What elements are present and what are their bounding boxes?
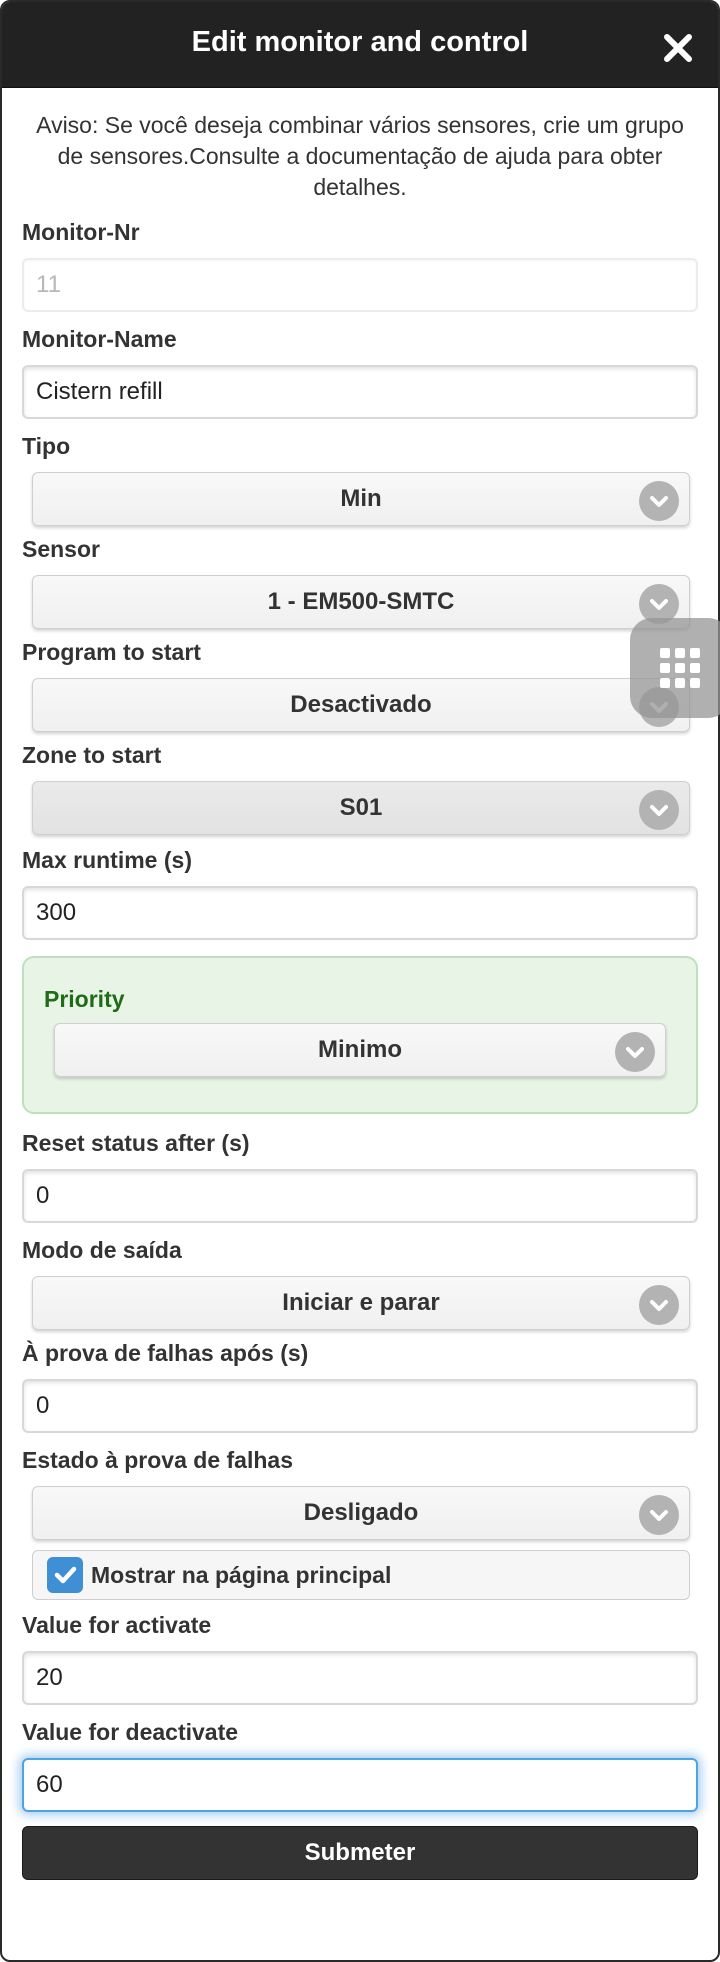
value-activate-label: Value for activate	[22, 1612, 212, 1638]
chevron-down-icon	[639, 481, 679, 521]
notice-text: Aviso: Se você deseja combinar vários se…	[36, 112, 684, 200]
max-runtime-input[interactable]: 300	[22, 886, 698, 940]
sensor-value: 1 - EM500-SMTC	[267, 588, 455, 615]
zone-label: Zone to start	[22, 742, 162, 768]
dialog-title: Edit monitor and control	[191, 26, 529, 58]
chevron-down-icon	[639, 1285, 679, 1325]
value-deactivate-label: Value for deactivate	[22, 1719, 239, 1745]
show-main-checkbox-row[interactable]: Mostrar na página principal	[32, 1550, 690, 1600]
failsafe-state-value: Desligado	[303, 1499, 419, 1526]
floating-menu-button[interactable]	[630, 618, 720, 718]
failsafe-state-label: Estado à prova de falhas	[22, 1447, 293, 1473]
dialog-content: Aviso: Se você deseja combinar vários se…	[2, 88, 718, 1880]
reset-status-label: Reset status after (s)	[22, 1130, 250, 1156]
monitor-nr-input: 11	[22, 258, 698, 312]
value-deactivate-input[interactable]: 60	[22, 1758, 698, 1812]
failsafe-state-select[interactable]: Desligado	[32, 1486, 690, 1540]
dialog-header: Edit monitor and control	[2, 2, 718, 88]
monitor-name-input[interactable]: Cistern refill	[22, 365, 698, 419]
reset-status-input[interactable]: 0	[22, 1169, 698, 1223]
program-value: Desactivado	[290, 691, 432, 718]
failsafe-after-label: À prova de falhas após (s)	[22, 1340, 309, 1366]
edit-monitor-dialog: Edit monitor and control Aviso: Se você …	[0, 0, 720, 1962]
sensor-select[interactable]: 1 - EM500-SMTC	[32, 575, 690, 629]
check-icon	[54, 1566, 77, 1584]
chevron-down-icon	[639, 1495, 679, 1535]
chevron-down-icon	[615, 1032, 655, 1072]
priority-box: Priority Minimo	[22, 956, 698, 1114]
sensor-label: Sensor	[22, 536, 100, 562]
close-icon	[664, 34, 692, 62]
max-runtime-label: Max runtime (s)	[22, 847, 192, 873]
zone-value: S01	[339, 794, 383, 821]
show-main-label: Mostrar na página principal	[91, 1561, 392, 1588]
program-label: Program to start	[22, 639, 201, 665]
submit-button[interactable]: Submeter	[22, 1826, 698, 1880]
monitor-name-label: Monitor-Name	[22, 326, 177, 352]
output-mode-value: Iniciar e parar	[282, 1289, 440, 1316]
show-main-checkbox[interactable]	[47, 1557, 83, 1593]
priority-select[interactable]: Minimo	[54, 1023, 666, 1077]
output-mode-label: Modo de saída	[22, 1237, 182, 1263]
output-mode-select[interactable]: Iniciar e parar	[32, 1276, 690, 1330]
grid-icon	[660, 648, 700, 688]
tipo-value: Min	[340, 485, 382, 512]
value-activate-input[interactable]: 20	[22, 1651, 698, 1705]
tipo-select[interactable]: Min	[32, 472, 690, 526]
close-button[interactable]	[658, 28, 698, 68]
priority-value: Minimo	[318, 1036, 402, 1063]
program-select[interactable]: Desactivado	[32, 678, 690, 732]
zone-select[interactable]: S01	[32, 781, 690, 835]
chevron-down-icon	[639, 790, 679, 830]
priority-label: Priority	[44, 986, 125, 1012]
monitor-nr-label: Monitor-Nr	[22, 219, 140, 245]
tipo-label: Tipo	[22, 433, 71, 459]
failsafe-after-input[interactable]: 0	[22, 1379, 698, 1433]
